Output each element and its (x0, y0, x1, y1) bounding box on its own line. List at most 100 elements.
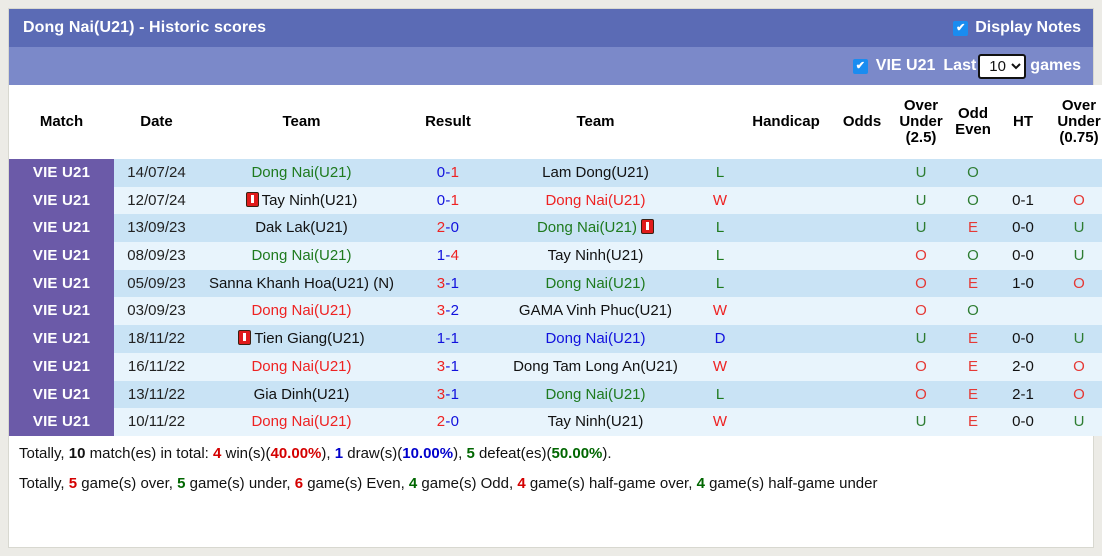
odd-even-letter: O (967, 247, 979, 264)
over-under-25: O (893, 297, 949, 325)
home-team[interactable]: Gia Dinh(U21) (199, 381, 404, 409)
league-label: VIE U21 (33, 302, 90, 319)
league-badge[interactable]: VIE U21 (9, 214, 114, 242)
home-team[interactable]: Dong Nai(U21) (199, 353, 404, 381)
league-badge[interactable]: VIE U21 (9, 187, 114, 215)
over-under-075: U (1049, 242, 1102, 270)
home-team[interactable]: Dong Nai(U21) (199, 159, 404, 187)
away-team[interactable]: Dong Tam Long An(U21) (492, 353, 699, 381)
summary-total-matches: 10 (69, 445, 86, 462)
away-team[interactable]: Tay Ninh(U21) (492, 242, 699, 270)
half-time-score: 0-0 (997, 325, 1049, 353)
handicap-value (741, 242, 831, 270)
display-notes-checkbox[interactable] (953, 21, 968, 36)
summary-defeat-pct: 50.00% (552, 445, 603, 462)
league-badge[interactable]: VIE U21 (9, 408, 114, 436)
result-outcome: L (699, 242, 741, 270)
score-away: 1 (451, 275, 460, 292)
games-count-select[interactable]: 10 (978, 54, 1026, 79)
col-header-odd-even: Odd Even (949, 85, 997, 159)
handicap-value (741, 297, 831, 325)
odd-even-letter: E (968, 413, 978, 430)
over-under-075-letter: U (1074, 219, 1085, 236)
score-away: 4 (451, 247, 460, 264)
result-outcome: L (699, 214, 741, 242)
away-team[interactable]: Dong Nai(U21) (492, 325, 699, 353)
home-team[interactable]: Dong Nai(U21) (199, 297, 404, 325)
home-team-name: Dong Nai(U21) (251, 164, 351, 181)
summary-l2-t5: game(s) half-game over, (526, 475, 697, 492)
odd-even-letter: O (967, 302, 979, 319)
result-outcome: W (699, 408, 741, 436)
home-team[interactable]: Dak Lak(U21) (199, 214, 404, 242)
table-row[interactable]: VIE U2114/07/24Dong Nai(U21)0-1Lam Dong(… (9, 159, 1102, 187)
table-row[interactable]: VIE U2103/09/23Dong Nai(U21)3-2GAMA Vinh… (9, 297, 1102, 325)
away-team[interactable]: GAMA Vinh Phuc(U21) (492, 297, 699, 325)
col-header-team-away: Team (492, 85, 699, 159)
home-team[interactable]: Sanna Khanh Hoa(U21) (N) (199, 270, 404, 298)
league-badge[interactable]: VIE U21 (9, 270, 114, 298)
league-badge[interactable]: VIE U21 (9, 381, 114, 409)
match-score: 3-1 (404, 381, 492, 409)
home-team[interactable]: Dong Nai(U21) (199, 242, 404, 270)
away-team[interactable]: Tay Ninh(U21) (492, 408, 699, 436)
home-team[interactable]: Dong Nai(U21) (199, 408, 404, 436)
outcome-letter: W (713, 302, 727, 319)
odd-even: O (949, 297, 997, 325)
summary-l1-t5: ), (453, 445, 466, 462)
table-row[interactable]: VIE U2113/11/22Gia Dinh(U21)3-1Dong Nai(… (9, 381, 1102, 409)
historic-scores-panel: Dong Nai(U21) - Historic scores Display … (8, 8, 1094, 548)
col-header-wdl (699, 85, 741, 159)
league-badge[interactable]: VIE U21 (9, 242, 114, 270)
summary-draw-pct: 10.00% (402, 445, 453, 462)
table-row[interactable]: VIE U2113/09/23Dak Lak(U21)2-0Dong Nai(U… (9, 214, 1102, 242)
away-team[interactable]: Dong Nai(U21) (492, 270, 699, 298)
odd-even: O (949, 159, 997, 187)
home-team[interactable]: Tien Giang(U21) (199, 325, 404, 353)
page-title: Dong Nai(U21) - Historic scores (23, 19, 953, 37)
half-time-text: 2-1 (1012, 386, 1034, 403)
league-badge[interactable]: VIE U21 (9, 325, 114, 353)
last-label: Last (943, 57, 976, 75)
summary-l1-t2: win(s)( (221, 445, 270, 462)
over-under-075 (1049, 159, 1102, 187)
away-team[interactable]: Dong Nai(U21) (492, 381, 699, 409)
table-row[interactable]: VIE U2105/09/23Sanna Khanh Hoa(U21) (N)3… (9, 270, 1102, 298)
summary-l1-t4: draw(s)( (343, 445, 402, 462)
panel-title-bar: Dong Nai(U21) - Historic scores Display … (9, 9, 1093, 47)
summary-l1-t6: defeat(es)( (475, 445, 552, 462)
score-away: 0 (451, 219, 460, 236)
table-row[interactable]: VIE U2108/09/23Dong Nai(U21)1-4Tay Ninh(… (9, 242, 1102, 270)
over-under-075: O (1049, 270, 1102, 298)
over-under-25-letter: O (915, 386, 927, 403)
away-team[interactable]: Dong Nai(U21) (492, 214, 699, 242)
odds-value (831, 187, 893, 215)
away-team[interactable]: Lam Dong(U21) (492, 159, 699, 187)
away-team-name: Tay Ninh(U21) (548, 247, 644, 264)
half-time-text: 0-0 (1012, 219, 1034, 236)
table-row[interactable]: VIE U2112/07/24Tay Ninh(U21)0-1Dong Nai(… (9, 187, 1102, 215)
summary-over-count: 5 (69, 475, 77, 492)
odd-even-letter: E (968, 219, 978, 236)
home-team-name: Gia Dinh(U21) (254, 386, 350, 403)
home-team[interactable]: Tay Ninh(U21) (199, 187, 404, 215)
outcome-letter: W (713, 192, 727, 209)
filter-option-bar: VIE U21 Last 10 games (9, 47, 1093, 85)
league-filter-checkbox[interactable] (853, 59, 868, 74)
half-time-score: 0-0 (997, 214, 1049, 242)
league-badge[interactable]: VIE U21 (9, 297, 114, 325)
match-score: 0-1 (404, 187, 492, 215)
half-time-score: 2-1 (997, 381, 1049, 409)
red-card-icon (246, 192, 259, 207)
table-row[interactable]: VIE U2116/11/22Dong Nai(U21)3-1Dong Tam … (9, 353, 1102, 381)
home-team-name: Dong Nai(U21) (251, 358, 351, 375)
league-badge[interactable]: VIE U21 (9, 353, 114, 381)
table-row[interactable]: VIE U2118/11/22Tien Giang(U21)1-1Dong Na… (9, 325, 1102, 353)
handicap-value (741, 381, 831, 409)
table-row[interactable]: VIE U2110/11/22Dong Nai(U21)2-0Tay Ninh(… (9, 408, 1102, 436)
home-team-name: Dak Lak(U21) (255, 219, 348, 236)
league-badge[interactable]: VIE U21 (9, 159, 114, 187)
away-team[interactable]: Dong Nai(U21) (492, 187, 699, 215)
date-text: 18/11/22 (128, 330, 185, 347)
over-under-25: O (893, 270, 949, 298)
